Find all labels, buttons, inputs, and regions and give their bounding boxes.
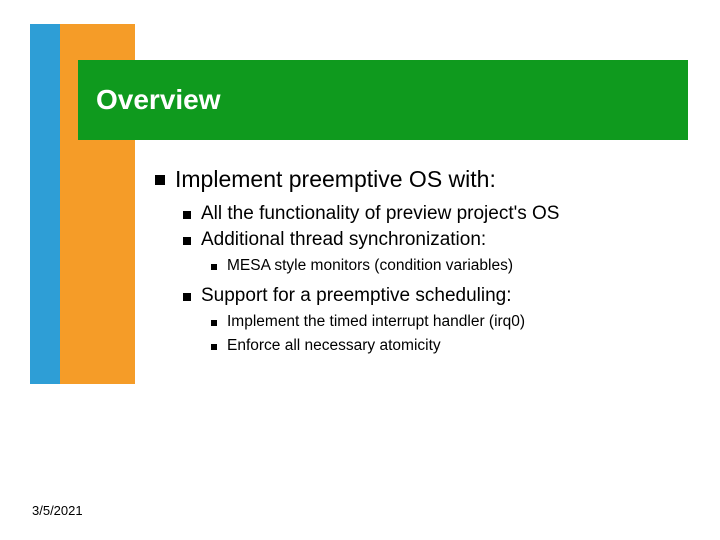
- decor-blue-strip: [30, 24, 60, 384]
- title-bar: Overview: [78, 60, 688, 140]
- bullet-text: Implement the timed interrupt handler (i…: [227, 313, 525, 331]
- footer-date: 3/5/2021: [32, 503, 83, 518]
- square-bullet-icon: [211, 320, 217, 326]
- bullet-text: All the functionality of preview project…: [201, 203, 559, 225]
- bullet-level3: MESA style monitors (condition variables…: [211, 257, 685, 275]
- square-bullet-icon: [211, 264, 217, 270]
- square-bullet-icon: [211, 344, 217, 350]
- bullet-level2: Additional thread synchronization:: [183, 229, 685, 251]
- slide-title: Overview: [96, 84, 221, 116]
- bullet-text: Implement preemptive OS with:: [175, 166, 496, 193]
- bullet-level2: All the functionality of preview project…: [183, 203, 685, 225]
- bullet-level2: Support for a preemptive scheduling:: [183, 285, 685, 307]
- bullet-text: MESA style monitors (condition variables…: [227, 257, 513, 275]
- square-bullet-icon: [183, 211, 191, 219]
- bullet-level1: Implement preemptive OS with:: [155, 166, 685, 193]
- square-bullet-icon: [183, 237, 191, 245]
- square-bullet-icon: [155, 175, 165, 185]
- bullet-text: Support for a preemptive scheduling:: [201, 285, 512, 307]
- slide-body: Implement preemptive OS with: All the fu…: [155, 166, 685, 361]
- square-bullet-icon: [183, 293, 191, 301]
- bullet-level3: Enforce all necessary atomicity: [211, 337, 685, 355]
- bullet-text: Enforce all necessary atomicity: [227, 337, 441, 355]
- bullet-text: Additional thread synchronization:: [201, 229, 486, 251]
- bullet-level3: Implement the timed interrupt handler (i…: [211, 313, 685, 331]
